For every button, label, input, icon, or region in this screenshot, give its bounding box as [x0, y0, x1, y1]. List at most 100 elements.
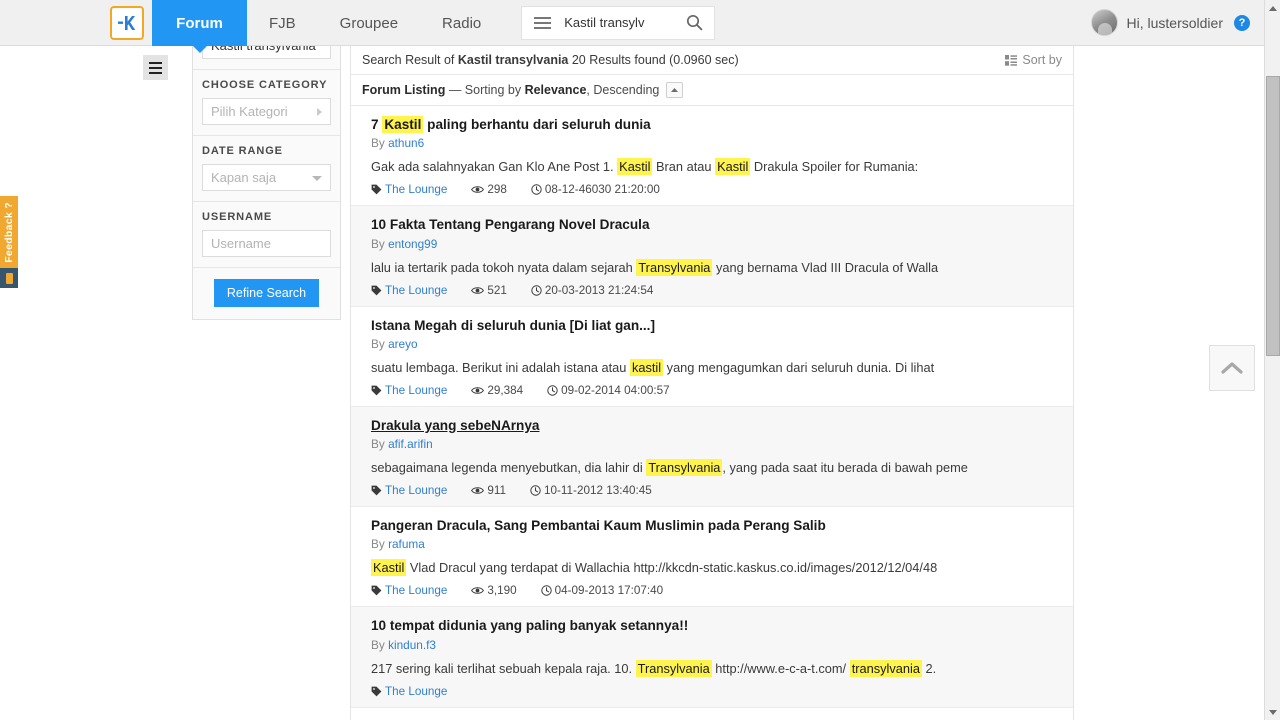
result-author-line: By rafuma — [371, 537, 1062, 551]
user-greeting: Hi, lustersoldier — [1126, 14, 1223, 31]
result-category-link[interactable]: The Lounge — [385, 685, 447, 698]
clock-icon — [531, 284, 542, 296]
result-views: 29,384 — [471, 384, 523, 397]
result-date: 20-03-2013 21:24:54 — [531, 284, 653, 297]
scroll-to-top-button[interactable] — [1209, 345, 1255, 391]
result-category[interactable]: The Lounge — [371, 484, 447, 497]
search-input[interactable] — [562, 6, 675, 39]
result-category-link[interactable]: The Lounge — [385, 183, 447, 196]
result-date-value: 09-02-2014 04:00:57 — [561, 383, 670, 397]
result-category[interactable]: The Lounge — [371, 384, 447, 397]
clock-icon — [530, 485, 541, 496]
help-badge-icon[interactable]: ? — [1234, 14, 1250, 31]
nav-items: Forum FJB Groupee Radio — [152, 0, 503, 53]
result-category-link[interactable]: The Lounge — [385, 584, 447, 597]
result-title[interactable]: 10 tempat didunia yang paling banyak set… — [371, 617, 1062, 635]
search-glyph — [686, 14, 703, 31]
kaskus-logo-icon[interactable] — [110, 5, 144, 40]
result-row[interactable]: 7 Kastil paling berhantu dari seluruh du… — [351, 106, 1073, 207]
result-snippet-highlight: transylvania — [849, 659, 922, 677]
result-category[interactable]: The Lounge — [371, 584, 447, 597]
result-author-link[interactable]: rafuma — [388, 537, 425, 551]
result-title-highlight: Kastil — [382, 116, 424, 133]
top-navigation-bar: Forum FJB Groupee Radio Hi, lustersoldie… — [0, 0, 1268, 53]
result-category[interactable]: The Lounge — [371, 685, 447, 698]
scrollbar-thumb[interactable] — [1266, 76, 1280, 356]
search-results-panel: Search Result of Kastil transylvania 20 … — [350, 46, 1074, 720]
search-icon[interactable] — [674, 6, 715, 39]
result-row[interactable]: 10 tempat didunia yang paling banyak set… — [351, 607, 1073, 708]
result-category-link[interactable]: The Lounge — [385, 484, 447, 497]
result-snippet-text: Gak ada salahnyakan Gan Klo Ane Post 1. — [371, 159, 618, 175]
category-select[interactable]: Pilih Kategori — [202, 98, 331, 125]
result-author-link[interactable]: afif.arifin — [388, 437, 433, 451]
result-row[interactable]: Drakula yang sebeNArnya By afif.arifin seb… — [351, 406, 1073, 507]
result-row[interactable]: Istana Megah di seluruh dunia [Di liat g… — [351, 307, 1073, 407]
sidebar-toggle-icon[interactable] — [143, 55, 168, 80]
clock-icon — [547, 385, 558, 396]
nav-item-groupee[interactable]: Groupee — [318, 0, 420, 46]
result-date-value: 04-09-2013 17:07:40 — [554, 584, 664, 598]
date-range-label: DATE RANGE — [202, 145, 283, 157]
result-author-line: By afif.arifin — [371, 437, 1062, 451]
scroll-down-arrow-icon[interactable] — [1265, 704, 1280, 720]
hamburger-menu-icon[interactable] — [522, 6, 563, 39]
result-row[interactable]: Pangeran Dracula, Sang Pembantai Kaum Mu… — [351, 507, 1073, 608]
result-by-label: By — [371, 336, 385, 351]
result-category-link[interactable]: The Lounge — [385, 284, 447, 297]
result-row[interactable]: 10 Fakta Tentang Pengarang Novel Dracula… — [351, 206, 1073, 307]
result-snippet-highlight: Kastil — [371, 559, 407, 577]
result-snippet-text: yang bernama Vlad III Dracula of Walla — [712, 259, 939, 275]
result-author-link[interactable]: entong99 — [388, 237, 437, 251]
result-by-label: By — [371, 437, 385, 452]
page-scrollbar[interactable] — [1264, 0, 1280, 720]
tag-icon — [371, 285, 382, 295]
result-by-label: By — [371, 537, 385, 552]
logo-wrapper[interactable] — [110, 0, 144, 45]
sort-by-label: Sort by — [1022, 53, 1062, 67]
result-author-line: By areyo — [371, 337, 1062, 351]
result-snippet-text: Drakula Spoiler for Rumania: — [750, 159, 919, 175]
result-rows-container: 7 Kastil paling berhantu dari seluruh du… — [351, 106, 1073, 708]
result-date: 10-11-2012 13:40:45 — [530, 484, 652, 497]
search-filter-panel: CHOOSE CATEGORY Pilih Kategori DATE RANG… — [192, 26, 341, 320]
result-title[interactable]: 10 Fakta Tentang Pengarang Novel Dracula — [371, 216, 1062, 234]
result-title-text: 7 — [371, 117, 383, 132]
feedback-glyph — [5, 272, 13, 284]
nav-item-forum[interactable]: Forum — [152, 0, 247, 53]
sort-direction-toggle[interactable] — [666, 82, 684, 98]
clock-icon — [531, 184, 542, 195]
result-author-link[interactable]: areyo — [388, 337, 418, 351]
sort-by-button[interactable]: Sort by — [1005, 53, 1062, 67]
nav-item-radio[interactable]: Radio — [420, 0, 503, 46]
feedback-tab[interactable]: Feedback ? — [0, 196, 18, 268]
username-input[interactable] — [202, 230, 331, 257]
result-author-link[interactable]: kindun.f3 — [388, 638, 436, 652]
result-date: 09-02-2014 04:00:57 — [547, 384, 670, 397]
result-snippet-text: http://www.e-c-a-t.com/ — [711, 660, 850, 676]
forum-listing-title: Forum Listing — [362, 83, 446, 97]
feedback-icon[interactable] — [0, 268, 18, 288]
refine-search-button[interactable]: Refine Search — [213, 279, 320, 307]
result-category[interactable]: The Lounge — [371, 284, 447, 297]
result-title-text: 10 tempat didunia yang paling banyak set… — [371, 618, 689, 634]
result-by-label: By — [371, 637, 385, 652]
result-views-count: 911 — [487, 484, 507, 497]
clock-icon — [540, 585, 552, 596]
result-author-line: By kindun.f3 — [371, 638, 1062, 652]
nav-item-fjb[interactable]: FJB — [247, 0, 318, 46]
result-category[interactable]: The Lounge — [371, 183, 447, 196]
result-title[interactable]: 7 Kastil paling berhantu dari seluruh du… — [371, 116, 1062, 134]
result-title[interactable]: Pangeran Dracula, Sang Pembantai Kaum Mu… — [371, 517, 1062, 535]
tag-icon — [371, 585, 382, 596]
result-views: 911 — [471, 484, 506, 497]
result-title[interactable]: Drakula yang sebeNArnya — [371, 417, 1062, 435]
result-views-count: 298 — [487, 183, 507, 197]
result-category-link[interactable]: The Lounge — [385, 384, 447, 397]
date-range-select[interactable]: Kapan saja — [202, 164, 331, 191]
eye-icon — [471, 286, 485, 294]
result-author-link[interactable]: athun6 — [388, 136, 424, 150]
avatar[interactable] — [1090, 9, 1118, 36]
result-title[interactable]: Istana Megah di seluruh dunia [Di liat g… — [371, 317, 1062, 335]
scroll-up-arrow-icon[interactable] — [1265, 0, 1280, 16]
